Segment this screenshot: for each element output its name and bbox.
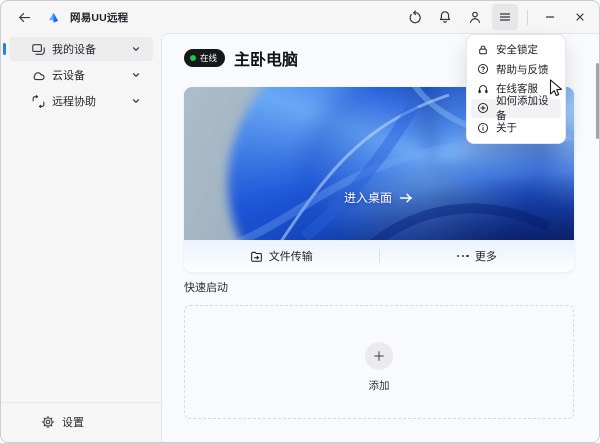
app-logo-icon: [46, 10, 61, 25]
menu-item-label: 关于: [496, 120, 517, 135]
refresh-button[interactable]: [402, 4, 428, 30]
user-icon: [468, 10, 482, 24]
quick-launch-title: 快速启动: [184, 279, 228, 295]
file-transfer-button[interactable]: 文件传输: [184, 240, 379, 272]
minimize-icon: [544, 11, 556, 23]
add-quick-launch-button[interactable]: [365, 342, 393, 370]
menu-item-how-to-add-device[interactable]: 如何添加设备: [471, 99, 561, 119]
device-card-footer: 文件传输 更多: [184, 240, 574, 272]
enter-desktop-label: 进入桌面: [344, 189, 392, 206]
about-info-icon: [477, 122, 489, 134]
settings-label: 设置: [62, 414, 84, 430]
more-label: 更多: [475, 248, 497, 264]
notification-bell-icon: [438, 10, 452, 24]
sidebar-item-label: 远程协助: [52, 93, 125, 109]
menu-item-label: 帮助与反馈: [496, 62, 549, 77]
chevron-down-icon: [131, 70, 141, 80]
sidebar-item-label: 我的设备: [52, 41, 125, 57]
lock-icon: [477, 44, 489, 56]
my-devices-icon: [31, 42, 46, 57]
sidebar-divider: [1, 402, 161, 403]
minimize-button[interactable]: [537, 4, 563, 30]
menu-item-label: 如何添加设备: [496, 93, 555, 123]
account-button[interactable]: [462, 4, 488, 30]
menu-icon: [498, 10, 512, 24]
headset-icon: [477, 83, 489, 95]
app-title: 网易UU远程: [70, 10, 128, 25]
sidebar: 我的设备 云设备 远程协助: [1, 33, 161, 443]
menu-item-label: 安全锁定: [496, 42, 538, 57]
sidebar-item-cloud-devices[interactable]: 云设备: [9, 63, 153, 87]
titlebar: 网易UU远程: [1, 1, 600, 33]
chevron-down-icon: [131, 44, 141, 54]
status-badge: 在线: [184, 49, 225, 67]
refresh-icon: [408, 10, 422, 24]
main-menu-button[interactable]: [492, 4, 518, 30]
arrow-right-icon: [399, 192, 414, 204]
remote-assist-icon: [31, 94, 46, 109]
sidebar-item-my-devices[interactable]: 我的设备: [9, 37, 153, 61]
sidebar-item-label: 云设备: [52, 67, 125, 83]
back-arrow-icon: [17, 10, 32, 25]
device-header: 在线 主卧电脑: [184, 46, 298, 70]
cloud-device-icon: [31, 68, 46, 83]
status-badge-label: 在线: [200, 52, 217, 64]
add-label: 添加: [369, 378, 390, 393]
quick-launch-panel: 添加: [184, 305, 574, 419]
close-button[interactable]: [567, 4, 593, 30]
ellipsis-icon: [457, 255, 469, 257]
online-dot-icon: [190, 55, 196, 61]
add-device-icon: [477, 102, 489, 114]
mouse-cursor-icon: [549, 79, 564, 98]
menu-item-help-feedback[interactable]: 帮助与反馈: [471, 60, 561, 80]
more-button[interactable]: 更多: [380, 240, 575, 272]
menu-item-security-lock[interactable]: 安全锁定: [471, 40, 561, 60]
notifications-button[interactable]: [432, 4, 458, 30]
scrollbar-thumb[interactable]: [596, 63, 599, 139]
device-name: 主卧电脑: [234, 46, 298, 70]
titlebar-separator: [527, 10, 528, 25]
sidebar-item-remote-assist[interactable]: 远程协助: [9, 89, 153, 113]
file-transfer-label: 文件传输: [269, 248, 313, 264]
plus-icon: [373, 350, 385, 362]
enter-desktop-button[interactable]: 进入桌面: [184, 189, 574, 206]
gear-icon: [41, 415, 55, 429]
chevron-down-icon: [131, 96, 141, 106]
folder-transfer-icon: [250, 250, 263, 263]
back-button[interactable]: [11, 4, 37, 30]
help-question-icon: [477, 63, 489, 75]
sidebar-item-settings[interactable]: 设置: [9, 410, 153, 434]
close-icon: [574, 11, 586, 23]
app-window: 网易UU远程: [0, 0, 600, 443]
selected-indicator: [3, 43, 6, 55]
